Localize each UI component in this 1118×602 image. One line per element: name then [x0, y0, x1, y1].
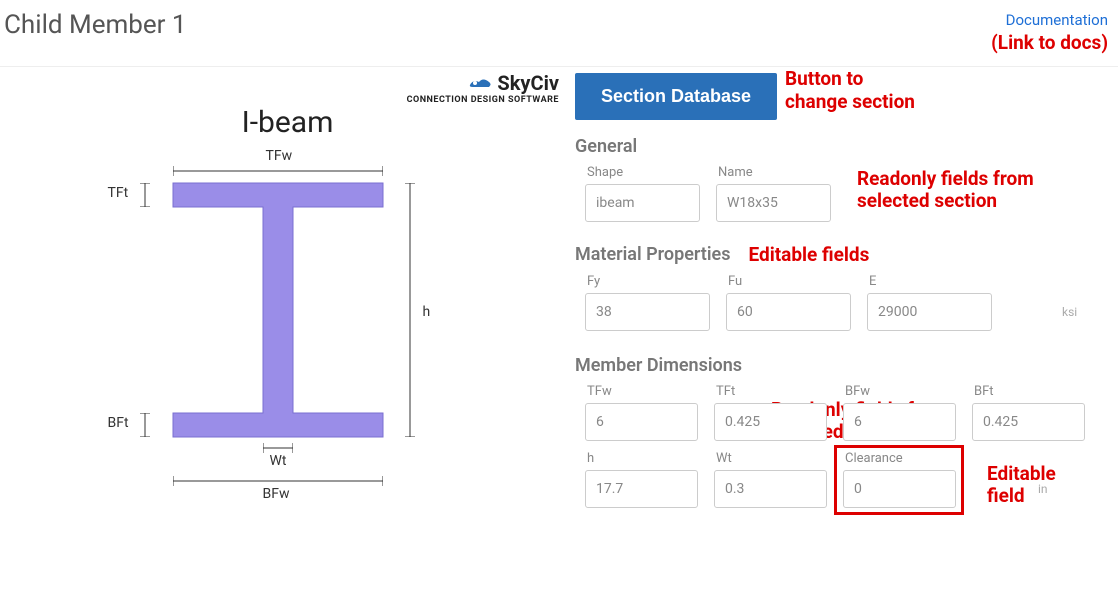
label-wt: Wt — [714, 451, 827, 466]
dim-label-bft: BFt — [108, 415, 129, 431]
name-field — [727, 195, 905, 211]
e-field[interactable] — [878, 304, 1056, 320]
i-beam-shape-icon — [138, 180, 418, 460]
label-fy: Fy — [585, 274, 710, 289]
logo-block: SkyCiv CONNECTION DESIGN SOFTWARE — [10, 73, 565, 105]
logo-subtitle: CONNECTION DESIGN SOFTWARE — [10, 96, 559, 105]
dim-label-tft: TFt — [108, 185, 129, 201]
label-fu: Fu — [726, 274, 851, 289]
annotation-editable-field: Editable field — [987, 463, 1056, 507]
beam-diagram: TFw TFt h — [78, 150, 498, 510]
annotation-material: Editable fields — [748, 244, 869, 266]
section-head-general: General — [575, 136, 637, 157]
annotation-doc-link: (Link to docs) — [991, 31, 1108, 54]
label-name: Name — [716, 165, 831, 180]
label-h: h — [585, 451, 698, 466]
skyciv-logo-icon — [467, 75, 495, 91]
dim-label-tfw: TFw — [266, 148, 293, 164]
annotation-button: Button to change section — [785, 68, 915, 114]
logo-text: SkyCiv — [497, 73, 559, 93]
dim-label-h: h — [423, 304, 431, 320]
documentation-link[interactable]: Documentation — [1006, 11, 1108, 29]
unit-ksi: ksi — [1062, 305, 1077, 319]
bft-field — [983, 414, 1118, 430]
beam-title: I-beam — [10, 105, 565, 140]
page-title: Child Member 1 — [4, 10, 187, 40]
label-bfw: BFw — [843, 384, 956, 399]
label-shape: Shape — [585, 165, 700, 180]
label-tft: TFt — [714, 384, 827, 399]
label-tfw: TFw — [585, 384, 698, 399]
dim-label-bfw: BFw — [263, 486, 290, 502]
dim-label-wt: Wt — [270, 453, 287, 469]
section-head-material: Material Properties — [575, 244, 730, 265]
label-e: E — [867, 274, 992, 289]
label-bft: BFt — [972, 384, 1085, 399]
section-head-dims: Member Dimensions — [575, 355, 742, 376]
section-database-button[interactable]: Section Database — [575, 73, 777, 120]
